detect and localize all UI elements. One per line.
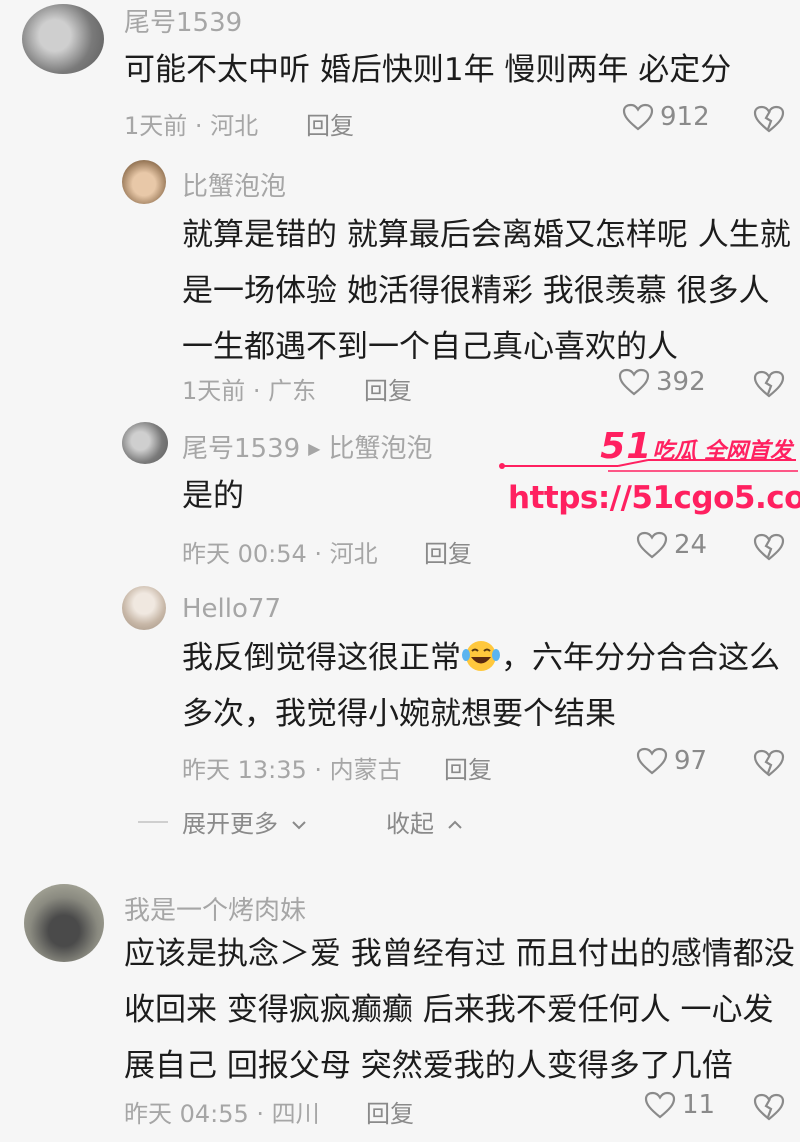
timestamp-location: 1天前 · 河北 (124, 112, 259, 140)
broken-heart-icon[interactable] (752, 104, 786, 134)
divider-line (138, 821, 168, 823)
like-count: 24 (674, 530, 708, 560)
chevron-up-icon (447, 820, 462, 829)
broken-heart-icon[interactable] (752, 532, 786, 562)
username[interactable]: 尾号1539 (124, 2, 242, 39)
comment-text: 是的 (182, 478, 244, 514)
timestamp-location: 昨天 00:54 · 河北 (182, 540, 378, 568)
comment-text: 应该是执念＞爱 我曾经有过 而且付出的感情都没 收回来 变得疯疯癫癫 后来我不爱… (124, 936, 795, 1084)
username[interactable]: 比蟹泡泡 (182, 166, 286, 203)
watermark-url: https://51cgo5.com (508, 480, 800, 516)
timestamp-location: 1天前 · 广东 (182, 377, 317, 405)
like-button[interactable]: 97 (636, 746, 707, 776)
username[interactable]: 我是一个烤肉妹 (124, 890, 306, 927)
avatar[interactable] (24, 884, 104, 962)
reply-to-username[interactable]: 比蟹泡泡 (328, 434, 432, 464)
reply-button[interactable]: 回复 (306, 106, 354, 141)
heart-outline-icon (636, 531, 668, 559)
reply-button[interactable]: 回复 (366, 1094, 414, 1129)
heart-outline-icon (644, 1091, 676, 1119)
comment-text: 我反倒觉得这很正常 ，六年分分合合这么 多次，我觉得小婉就想要个结果 (182, 640, 780, 732)
like-button[interactable]: 24 (636, 530, 707, 560)
like-button[interactable]: 912 (622, 102, 710, 132)
like-count: 11 (682, 1090, 716, 1120)
avatar[interactable] (22, 4, 104, 74)
like-count: 392 (656, 367, 706, 397)
heart-outline-icon (636, 747, 668, 775)
like-count: 97 (674, 746, 708, 776)
chevron-down-icon (291, 821, 306, 830)
avatar[interactable] (122, 586, 166, 630)
expand-more-button[interactable]: 展开更多 (182, 804, 308, 839)
comment-text: 就算是错的 就算最后会离婚又怎样呢 人生就 是一场体验 她活得很精彩 我很羡慕 … (182, 217, 791, 365)
username[interactable]: 尾号1539 ▶ 比蟹泡泡 (182, 428, 433, 465)
timestamp-location: 昨天 04:55 · 四川 (124, 1100, 320, 1128)
watermark: 51吃瓜 全网首发 https://51cgo5.com (498, 418, 800, 523)
like-button[interactable]: 11 (644, 1090, 715, 1120)
timestamp-location: 昨天 13:35 · 内蒙古 (182, 756, 402, 784)
broken-heart-icon[interactable] (752, 369, 786, 399)
heart-outline-icon (622, 103, 654, 131)
triangle-right-icon: ▶ (308, 439, 321, 458)
reply-button[interactable]: 回复 (364, 371, 412, 406)
broken-heart-icon[interactable] (752, 748, 786, 778)
laughing-tears-emoji-icon (462, 641, 500, 671)
avatar[interactable] (122, 422, 168, 464)
avatar[interactable] (122, 160, 166, 204)
username[interactable]: Hello77 (182, 594, 281, 624)
like-button[interactable]: 392 (618, 367, 706, 397)
comment-text: 可能不太中听 婚后快则1年 慢则两年 必定分 (124, 52, 732, 88)
like-count: 912 (660, 102, 710, 132)
watermark-swoosh (499, 459, 798, 472)
reply-button[interactable]: 回复 (424, 534, 472, 569)
collapse-button[interactable]: 收起 (386, 804, 464, 839)
broken-heart-icon[interactable] (752, 1092, 786, 1122)
reply-button[interactable]: 回复 (444, 750, 492, 785)
heart-outline-icon (618, 368, 650, 396)
